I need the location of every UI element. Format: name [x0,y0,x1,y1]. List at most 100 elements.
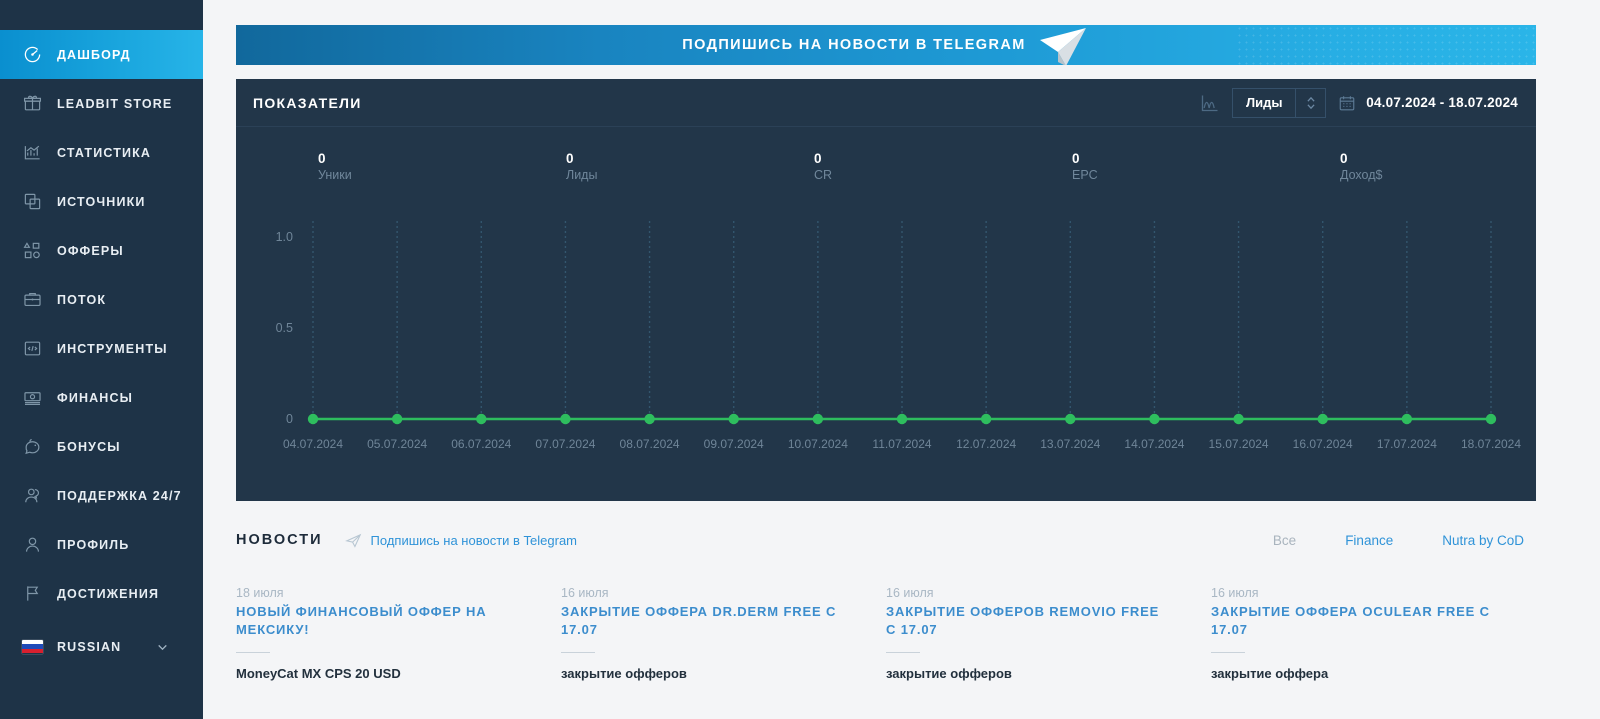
svg-text:11.07.2024: 11.07.2024 [872,437,931,451]
language-selector[interactable]: RUSSIAN [0,622,203,671]
news-card-date: 16 июля [886,586,934,600]
svg-text:05.07.2024: 05.07.2024 [367,437,427,451]
sidebar-item-label: ФИНАНСЫ [57,390,134,405]
sidebar-item-leadbit-store[interactable]: LEADBIT STORE [0,79,203,128]
page-title: ПОКАЗАТЕЛИ [253,94,362,111]
chevron-up-down-icon [1295,88,1325,117]
news-card-title[interactable]: ЗАКРЫТИЕ ОФФЕРА DR.DERM FREE С 17.07 [561,603,841,639]
kpi-label: EPC [1072,168,1098,182]
svg-text:10.07.2024: 10.07.2024 [788,437,848,451]
kpi-value: 0 [1072,151,1080,166]
news-card-body: закрытие офферов [886,666,1012,681]
news-filter-finance[interactable]: Finance [1345,533,1393,548]
news-card: 16 июля ЗАКРЫТИЕ ОФФЕРОВ REMOVIO FREE С … [886,585,1211,683]
sources-icon [22,191,43,212]
news-card-body: закрытие оффера [1211,666,1329,681]
news-card-date: 18 июля [236,586,284,600]
flow-icon [22,289,43,310]
news-card-title[interactable]: ЗАКРЫТИЕ ОФФЕРА OCULEAR FREE С 17.07 [1211,603,1491,639]
svg-text:12.07.2024: 12.07.2024 [956,437,1016,451]
news-filter-nutra-by-cod[interactable]: Nutra by CoD [1442,533,1524,548]
offers-icon [22,240,43,261]
news-card: 16 июля ЗАКРЫТИЕ ОФФЕРА OCULEAR FREE С 1… [1211,585,1536,683]
kpi-label: CR [814,168,833,182]
sidebar-item-label: ДАШБОРД [57,47,131,62]
metric-select-value: Лиды [1246,95,1283,110]
kpi-value: 0 [1340,151,1348,166]
news-card-date: 16 июля [561,586,609,600]
svg-text:07.07.2024: 07.07.2024 [535,437,595,451]
sidebar-item-support[interactable]: ПОДДЕРЖКА 24/7 [0,471,203,520]
svg-text:09.07.2024: 09.07.2024 [704,437,764,451]
kpi-revenue: 0 Доход$ [1268,151,1536,199]
svg-text:18.07.2024: 18.07.2024 [1461,437,1521,451]
news-card-list: 18 июля НОВЫЙ ФИНАНСОВЫЙ ОФФЕР НА МЕКСИК… [236,585,1536,683]
date-range-picker[interactable]: 04.07.2024 - 18.07.2024 [1338,94,1518,112]
sidebar-item-label: LEADBIT STORE [57,96,173,111]
chart-canvas: 0 0.5 1.0 04.07.2024 05.07.2024 06.07.2024 07.… [276,221,1521,451]
news-header: НОВОСТИ Подпишись на новости в Telegram … [236,523,1536,557]
kpi-label: Лиды [566,168,598,182]
tools-icon [22,338,43,359]
news-card-title[interactable]: НОВЫЙ ФИНАНСОВЫЙ ОФФЕР НА МЕКСИКУ! [236,603,516,639]
statistics-icon [22,142,43,163]
calendar-icon [1338,94,1356,112]
sidebar-item-sources[interactable]: ИСТОЧНИКИ [0,177,203,226]
sidebar-item-profile[interactable]: ПРОФИЛЬ [0,520,203,569]
sidebar-item-achievements[interactable]: ДОСТИЖЕНИЯ [0,569,203,618]
sidebar-item-flow[interactable]: ПОТОК [0,275,203,324]
news-card-divider [1211,652,1245,653]
metrics-panel-tools: Лиды 04.07.2024 - 18.07.2024 [1200,87,1518,118]
sidebar-item-statistics[interactable]: СТАТИСТИКА [0,128,203,177]
kpi-value: 0 [814,151,822,166]
svg-text:0.5: 0.5 [276,321,293,335]
metric-select[interactable]: Лиды [1232,87,1327,118]
sidebar-item-label: ДОСТИЖЕНИЯ [57,586,160,601]
news-filter-all[interactable]: Все [1273,533,1296,548]
news-telegram-link[interactable]: Подпишись на новости в Telegram [344,532,577,549]
news-card: 16 июля ЗАКРЫТИЕ ОФФЕРА DR.DERM FREE С 1… [561,585,886,683]
achievements-icon [22,583,43,604]
svg-text:15.07.2024: 15.07.2024 [1209,437,1269,451]
sidebar-item-label: ПОДДЕРЖКА 24/7 [57,488,182,503]
sidebar-item-offers[interactable]: ОФФЕРЫ [0,226,203,275]
metrics-line-chart[interactable]: 0 0.5 1.0 04.07.2024 05.07.2024 06.07.2024 07.… [236,199,1536,499]
svg-text:08.07.2024: 08.07.2024 [620,437,680,451]
svg-text:06.07.2024: 06.07.2024 [451,437,511,451]
sidebar-item-finance[interactable]: ФИНАНСЫ [0,373,203,422]
chevron-down-icon [156,640,169,653]
profile-icon [22,534,43,555]
news-card-divider [561,652,595,653]
news-card-date: 16 июля [1211,586,1259,600]
date-range-value: 04.07.2024 - 18.07.2024 [1366,95,1518,110]
bonus-icon [22,436,43,457]
app-root: ДАШБОРД LEADBIT STORE СТАТИСТИКА ИСТОЧНИ… [0,0,1600,719]
news-card: 18 июля НОВЫЙ ФИНАНСОВЫЙ ОФФЕР НА МЕКСИК… [236,585,561,683]
svg-text:13.07.2024: 13.07.2024 [1040,437,1100,451]
telegram-subscribe-banner[interactable]: ПОДПИШИСЬ НА НОВОСТИ В TELEGRAM [236,25,1536,65]
kpi-row: 0 Уники 0 Лиды 0 CR 0 EPC 0 Доход$ [236,127,1536,199]
news-filters: Все Finance Nutra by CoD [1273,533,1536,548]
sidebar-item-label: ПРОФИЛЬ [57,537,130,552]
kpi-value: 0 [318,151,326,166]
svg-text:16.07.2024: 16.07.2024 [1293,437,1353,451]
banner-text: ПОДПИШИСЬ НА НОВОСТИ В TELEGRAM [682,37,1026,53]
store-icon [22,93,43,114]
sidebar-item-label: ПОТОК [57,292,107,307]
kpi-label: Доход$ [1340,168,1383,182]
sidebar-item-bonus[interactable]: БОНУСЫ [0,422,203,471]
sidebar-item-label: ОФФЕРЫ [57,243,124,258]
chart-area-icon[interactable] [1200,93,1220,113]
sidebar-item-label: ИСТОЧНИКИ [57,194,146,209]
kpi-leads: 0 Лиды [514,151,762,199]
kpi-cr: 0 CR [762,151,1010,199]
sidebar-item-dashboard[interactable]: ДАШБОРД [0,30,203,79]
svg-text:0: 0 [286,412,293,426]
news-card-body: закрытие офферов [561,666,687,681]
news-card-body: MoneyCat MX CPS 20 USD [236,666,401,681]
sidebar-item-tools[interactable]: ИНСТРУМЕНТЫ [0,324,203,373]
banner-dot-pattern [1236,25,1536,65]
kpi-value: 0 [566,151,574,166]
svg-text:17.07.2024: 17.07.2024 [1377,437,1437,451]
news-card-title[interactable]: ЗАКРЫТИЕ ОФФЕРОВ REMOVIO FREE С 17.07 [886,603,1166,639]
